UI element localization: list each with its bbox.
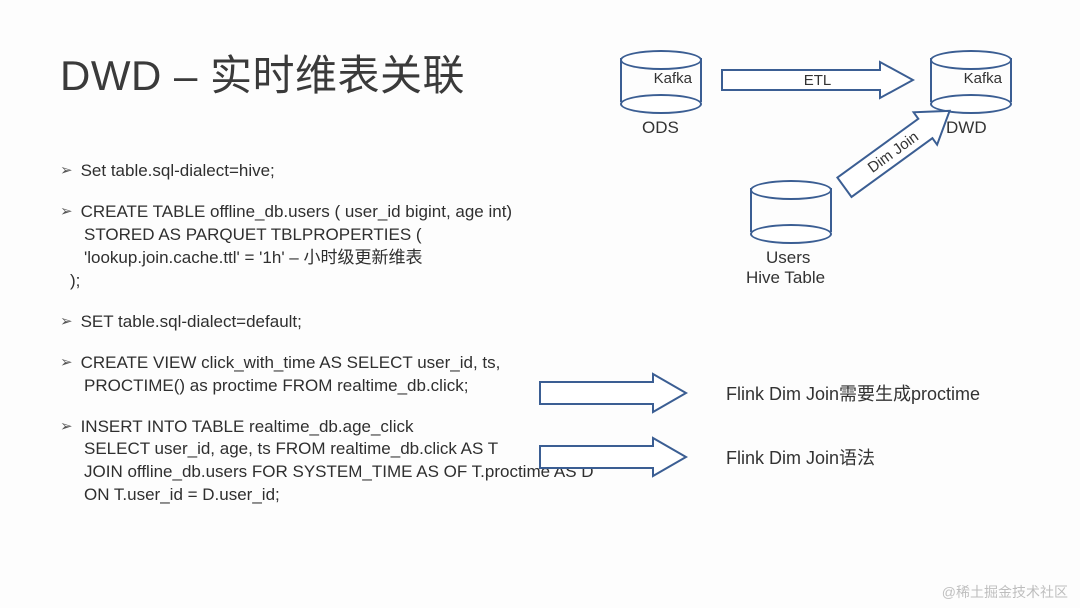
bullet-2-line4: );	[70, 270, 660, 293]
bullet-3: ➢ SET table.sql-dialect=default;	[60, 311, 660, 334]
bullet-2-line3: 'lookup.join.cache.ttl' = '1h' – 小时级更新维表	[84, 247, 660, 270]
slide-title: DWD – 实时维表关联	[60, 42, 465, 103]
architecture-diagram: Kafka ODS Kafka DWD ETL Users Hive Table	[600, 40, 1050, 290]
chevron-right-icon: ➢	[60, 201, 73, 222]
bullet-3-text: SET table.sql-dialect=default;	[81, 311, 302, 334]
dwd-kafka-label: Kafka	[930, 70, 1010, 87]
bullet-2-line2: STORED AS PARQUET TBLPROPERTIES (	[84, 224, 660, 247]
bullet-4-line1: CREATE VIEW click_with_time AS SELECT us…	[81, 352, 501, 375]
chevron-right-icon: ➢	[60, 352, 73, 373]
bullet-2-line1: CREATE TABLE offline_db.users ( user_id …	[81, 201, 513, 224]
chevron-right-icon: ➢	[60, 160, 73, 181]
annotation-2: Flink Dim Join语法	[726, 444, 875, 470]
annotation-arrow-1	[538, 372, 688, 414]
chevron-right-icon: ➢	[60, 311, 73, 332]
dimjoin-arrow: Dim Join	[828, 102, 958, 202]
bullet-5-line1: INSERT INTO TABLE realtime_db.age_click	[81, 416, 414, 439]
bullet-1: ➢ Set table.sql-dialect=hive;	[60, 160, 660, 183]
watermark: @稀土掘金技术社区	[942, 582, 1068, 602]
bullet-2: ➢ CREATE TABLE offline_db.users ( user_i…	[60, 201, 660, 293]
annotation-arrow-2	[538, 436, 688, 478]
users-hive-cylinder	[750, 180, 830, 240]
users-caption-2: Hive Table	[746, 268, 825, 288]
dwd-kafka-cylinder: Kafka	[930, 50, 1010, 110]
annotation-1: Flink Dim Join需要生成proctime	[726, 380, 980, 406]
ods-caption: ODS	[642, 118, 679, 138]
ods-kafka-label: Kafka	[620, 70, 700, 87]
chevron-right-icon: ➢	[60, 416, 73, 437]
bullet-5-line4: ON T.user_id = D.user_id;	[84, 484, 660, 507]
users-caption-1: Users	[766, 248, 810, 268]
bullet-1-text: Set table.sql-dialect=hive;	[81, 160, 275, 183]
ods-kafka-cylinder: Kafka	[620, 50, 700, 110]
